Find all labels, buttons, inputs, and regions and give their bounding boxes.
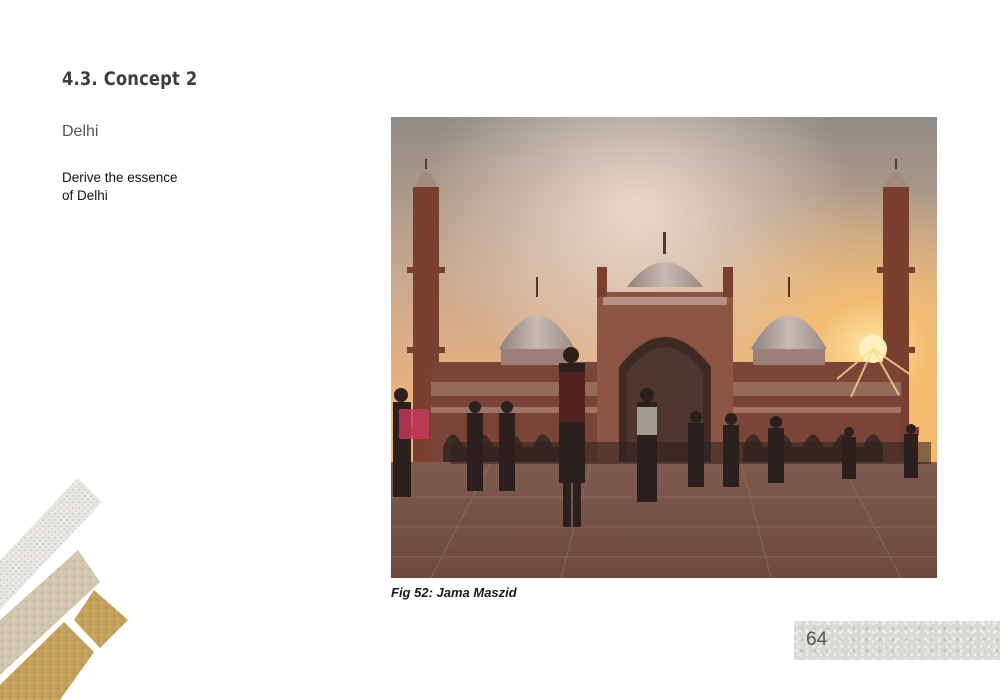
decorative-texture-stripes xyxy=(0,478,128,700)
subtitle: Delhi xyxy=(62,123,99,140)
section-title: 4.3. Concept 2 xyxy=(62,68,198,90)
page-number-box: 64 xyxy=(794,621,1000,660)
body-line: Derive the essence xyxy=(62,170,178,185)
figure-caption: Fig 52: Jama Maszid xyxy=(391,585,517,600)
stripe-gold-small xyxy=(74,590,128,648)
photo-illustration xyxy=(391,117,937,578)
page-number: 64 xyxy=(806,629,828,650)
body-line: of Delhi xyxy=(62,188,108,203)
jama-masjid-photo xyxy=(391,117,937,578)
body-text: Derive the essence of Delhi xyxy=(62,169,212,205)
